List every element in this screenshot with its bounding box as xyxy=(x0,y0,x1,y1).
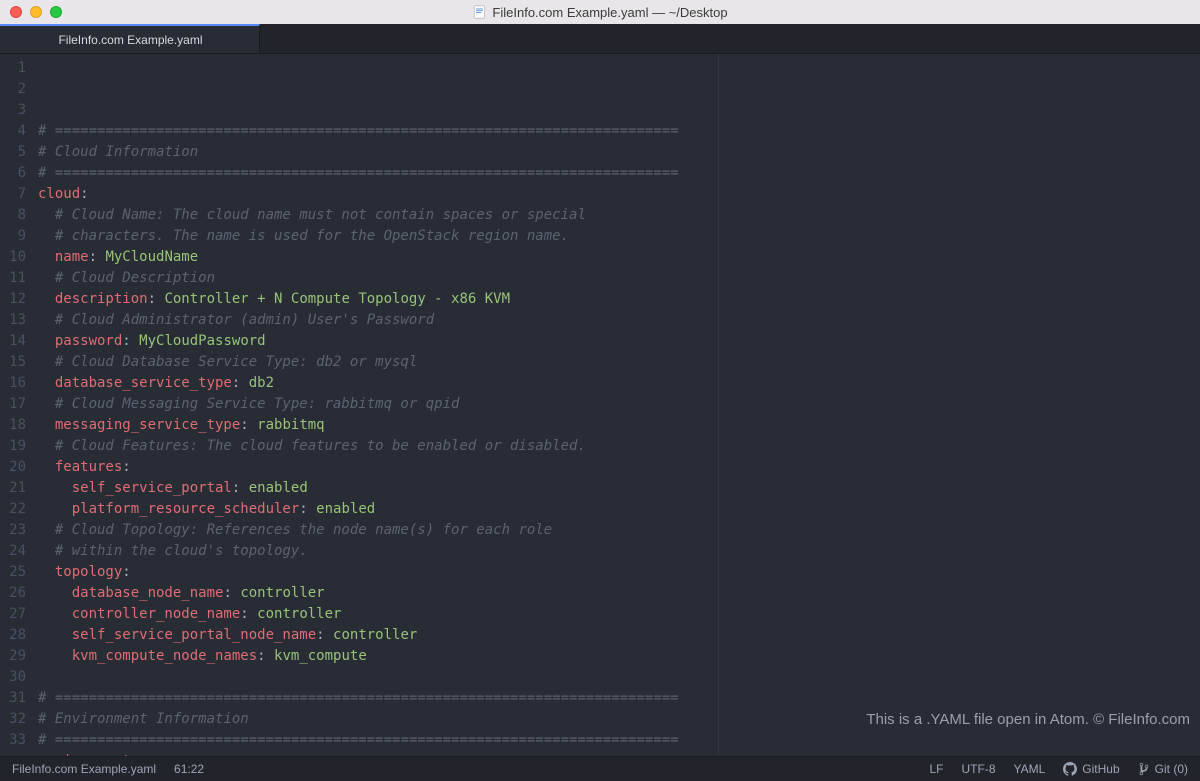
code-line[interactable]: cloud: xyxy=(38,184,1200,205)
line-number: 22 xyxy=(0,499,38,520)
line-number: 30 xyxy=(0,667,38,688)
line-number: 5 xyxy=(0,142,38,163)
line-number: 14 xyxy=(0,331,38,352)
line-number: 16 xyxy=(0,373,38,394)
tab-title: FileInfo.com Example.yaml xyxy=(58,33,202,47)
line-number: 21 xyxy=(0,478,38,499)
maximize-window-button[interactable] xyxy=(50,6,62,18)
code-line[interactable]: # ======================================… xyxy=(38,688,1200,709)
line-number: 32 xyxy=(0,709,38,730)
line-number: 28 xyxy=(0,625,38,646)
line-number: 15 xyxy=(0,352,38,373)
line-number: 9 xyxy=(0,226,38,247)
code-line[interactable]: # Cloud Description xyxy=(38,268,1200,289)
code-line[interactable]: kvm_compute_node_names: kvm_compute xyxy=(38,646,1200,667)
git-branch-icon xyxy=(1138,762,1150,776)
status-filename[interactable]: FileInfo.com Example.yaml xyxy=(12,762,156,776)
line-number: 17 xyxy=(0,394,38,415)
window-titlebar: FileInfo.com Example.yaml — ~/Desktop xyxy=(0,0,1200,24)
line-number: 25 xyxy=(0,562,38,583)
code-line[interactable]: environment: xyxy=(38,751,1200,756)
status-line-ending[interactable]: LF xyxy=(929,762,943,776)
code-area[interactable]: # ======================================… xyxy=(38,54,1200,756)
code-line[interactable]: password: MyCloudPassword xyxy=(38,331,1200,352)
status-github[interactable]: GitHub xyxy=(1063,762,1119,776)
code-line[interactable]: # Cloud Features: The cloud features to … xyxy=(38,436,1200,457)
line-number: 6 xyxy=(0,163,38,184)
code-line[interactable]: controller_node_name: controller xyxy=(38,604,1200,625)
tab-active[interactable]: FileInfo.com Example.yaml xyxy=(0,24,260,53)
line-number: 3 xyxy=(0,100,38,121)
status-encoding[interactable]: UTF-8 xyxy=(962,762,996,776)
line-number: 4 xyxy=(0,121,38,142)
code-line[interactable]: # within the cloud's topology. xyxy=(38,541,1200,562)
line-number: 24 xyxy=(0,541,38,562)
code-line[interactable]: name: MyCloudName xyxy=(38,247,1200,268)
tab-bar: FileInfo.com Example.yaml xyxy=(0,24,1200,54)
code-line[interactable]: # ======================================… xyxy=(38,121,1200,142)
line-number: 29 xyxy=(0,646,38,667)
line-number: 23 xyxy=(0,520,38,541)
code-line[interactable]: # Cloud Name: The cloud name must not co… xyxy=(38,205,1200,226)
editor-pane[interactable]: 1234567891011121314151617181920212223242… xyxy=(0,54,1200,756)
code-line[interactable]: # ======================================… xyxy=(38,730,1200,751)
line-number: 19 xyxy=(0,436,38,457)
line-number: 18 xyxy=(0,415,38,436)
line-number: 2 xyxy=(0,79,38,100)
close-window-button[interactable] xyxy=(10,6,22,18)
line-number: 27 xyxy=(0,604,38,625)
line-number: 10 xyxy=(0,247,38,268)
status-grammar[interactable]: YAML xyxy=(1014,762,1046,776)
line-number: 13 xyxy=(0,310,38,331)
code-line[interactable] xyxy=(38,667,1200,688)
code-line[interactable]: self_service_portal: enabled xyxy=(38,478,1200,499)
window-controls xyxy=(0,6,62,18)
code-line[interactable]: messaging_service_type: rabbitmq xyxy=(38,415,1200,436)
line-number: 20 xyxy=(0,457,38,478)
code-line[interactable]: database_node_name: controller xyxy=(38,583,1200,604)
code-line[interactable]: self_service_portal_node_name: controlle… xyxy=(38,625,1200,646)
line-number: 8 xyxy=(0,205,38,226)
code-line[interactable]: features: xyxy=(38,457,1200,478)
code-line[interactable]: # ======================================… xyxy=(38,163,1200,184)
status-cursor-position[interactable]: 61:22 xyxy=(174,762,204,776)
line-number: 11 xyxy=(0,268,38,289)
github-icon xyxy=(1063,762,1077,776)
code-line[interactable]: # Environment Information xyxy=(38,709,1200,730)
line-number: 7 xyxy=(0,184,38,205)
minimize-window-button[interactable] xyxy=(30,6,42,18)
code-line[interactable]: # characters. The name is used for the O… xyxy=(38,226,1200,247)
line-number: 12 xyxy=(0,289,38,310)
line-number: 31 xyxy=(0,688,38,709)
code-line[interactable]: database_service_type: db2 xyxy=(38,373,1200,394)
code-line[interactable]: topology: xyxy=(38,562,1200,583)
code-line[interactable]: # Cloud Database Service Type: db2 or my… xyxy=(38,352,1200,373)
code-line[interactable]: # Cloud Topology: References the node na… xyxy=(38,520,1200,541)
status-bar: FileInfo.com Example.yaml 61:22 LF UTF-8… xyxy=(0,756,1200,781)
code-line[interactable]: # Cloud Information xyxy=(38,142,1200,163)
line-number: 26 xyxy=(0,583,38,604)
window-title: FileInfo.com Example.yaml — ~/Desktop xyxy=(472,5,727,20)
line-number: 33 xyxy=(0,730,38,751)
window-title-text: FileInfo.com Example.yaml — ~/Desktop xyxy=(492,5,727,20)
code-line[interactable]: # Cloud Administrator (admin) User's Pas… xyxy=(38,310,1200,331)
status-git-branch[interactable]: Git (0) xyxy=(1138,762,1188,776)
code-line[interactable]: platform_resource_scheduler: enabled xyxy=(38,499,1200,520)
line-number: 1 xyxy=(0,58,38,79)
code-line[interactable]: # Cloud Messaging Service Type: rabbitmq… xyxy=(38,394,1200,415)
line-number-gutter: 1234567891011121314151617181920212223242… xyxy=(0,54,38,756)
code-line[interactable]: description: Controller + N Compute Topo… xyxy=(38,289,1200,310)
file-icon xyxy=(472,5,486,19)
